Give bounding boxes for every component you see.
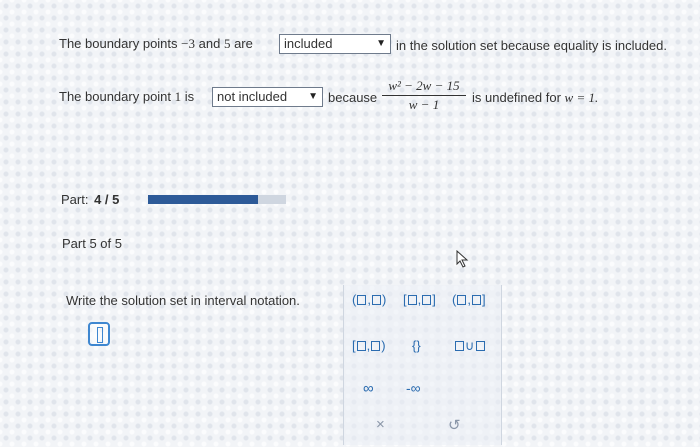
line1-and: and <box>198 36 221 51</box>
fraction-denominator: w − 1 <box>408 97 440 112</box>
open-interval-button[interactable]: (,) <box>352 292 386 307</box>
fraction-numerator: w² − 2w − 15 <box>388 78 460 93</box>
answer-input-icon[interactable] <box>88 322 110 346</box>
part-value: 4 / 5 <box>94 192 120 207</box>
line2-condition: w = 1. <box>564 90 599 105</box>
line1-suffix: in the solution set because equality is … <box>396 38 668 53</box>
progress-bar <box>148 195 286 204</box>
line2-point: 1 <box>174 89 182 104</box>
rational-expression: w² − 2w − 15 w − 1 <box>382 78 466 113</box>
negative-infinity-button[interactable]: -∞ <box>406 380 421 396</box>
part-label: Part: <box>61 192 89 207</box>
fraction-bar <box>382 95 466 96</box>
union-button[interactable]: ∪ <box>454 338 486 354</box>
inclusion-select-2[interactable]: not included ▼ <box>212 87 323 107</box>
line2-suffix: is undefined for w = 1. <box>472 90 598 106</box>
boundary-line-1: The boundary points −3 and 5 are <box>59 36 253 52</box>
dropdown-arrow-icon: ▼ <box>376 38 386 49</box>
half-open-right-closed-button[interactable]: (,] <box>452 292 486 307</box>
clear-icon[interactable]: × <box>376 416 385 433</box>
line2-because: because <box>328 90 378 105</box>
undo-icon[interactable]: ↺ <box>448 416 461 434</box>
line1-prefix: The boundary points <box>59 36 178 51</box>
line2-is: is <box>184 89 195 104</box>
dropdown-arrow-icon: ▼ <box>308 91 318 102</box>
inclusion-select-2-value: not included <box>217 89 288 104</box>
infinity-button[interactable]: ∞ <box>363 380 374 397</box>
inclusion-select-1[interactable]: included ▼ <box>279 34 391 54</box>
line1-point-a: −3 <box>181 36 195 51</box>
mouse-cursor-icon <box>456 250 469 268</box>
line2-prefix: The boundary point <box>59 89 172 104</box>
inclusion-select-1-value: included <box>284 36 333 51</box>
boundary-line-2: The boundary point 1 is <box>59 89 194 105</box>
line2-suffix-text: is undefined for <box>472 90 561 105</box>
closed-interval-button[interactable]: [,] <box>403 292 436 307</box>
empty-set-button[interactable]: {} <box>412 338 421 353</box>
half-open-left-closed-button[interactable]: [,) <box>352 338 386 353</box>
part-progress-label: Part: 4 / 5 <box>61 192 119 207</box>
instruction-text: Write the solution set in interval notat… <box>66 293 300 308</box>
part-header: Part 5 of 5 <box>62 236 122 251</box>
progress-bar-fill <box>148 195 259 204</box>
line1-point-b: 5 <box>223 36 231 51</box>
notation-palette: (,) [,] (,] [,) {} ∪ ∞ -∞ × ↺ <box>343 285 502 445</box>
line1-are: are <box>234 36 253 51</box>
